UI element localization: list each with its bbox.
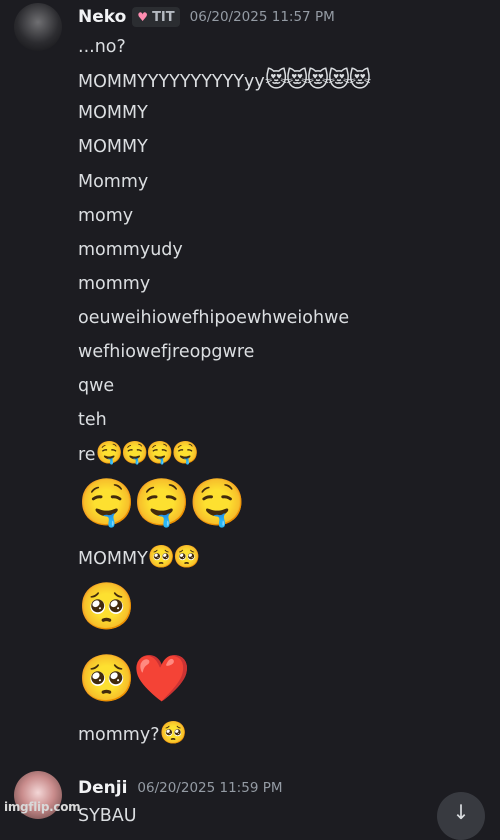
message-line: SYBAU <box>78 806 137 826</box>
arrow-down-icon: ↓ <box>452 800 470 824</box>
message-line: 🥺❤️ <box>78 650 191 706</box>
message-text: re <box>78 445 96 465</box>
timestamp-neko: 06/20/2025 11:57 PM <box>189 9 335 25</box>
message-line: qwe <box>78 376 115 396</box>
message-line: teh <box>78 410 107 430</box>
message-header-neko: Neko ♥ TIT 06/20/2025 11:57 PM <box>78 5 335 29</box>
message-line: wefhiowefjreopgwre <box>78 342 255 362</box>
drooling-face-emoji: 🤤🤤🤤🤤 <box>95 441 200 466</box>
message-line: MOMMY <box>78 137 148 157</box>
role-tag-label: TIT <box>152 9 175 25</box>
message-header-denji: Denji 06/20/2025 11:59 PM <box>78 776 283 800</box>
avatar-neko[interactable] <box>14 3 62 51</box>
message-line: oeuweihiowefhipoewhweiohwe <box>78 308 350 328</box>
message-line: 🥺 <box>78 578 135 634</box>
username-neko[interactable]: Neko <box>78 7 126 27</box>
message-line: 🤤🤤🤤 <box>78 474 246 530</box>
pleading-face-emoji: 🥺🥺 <box>147 545 201 570</box>
message-line: MOMMY🥺🥺 <box>78 545 201 571</box>
username-denji[interactable]: Denji <box>78 778 127 798</box>
jump-to-bottom-button[interactable]: ↓ <box>437 792 485 840</box>
message-line: ...no? <box>78 37 126 57</box>
message-line: mommy <box>78 274 151 294</box>
role-tag[interactable]: ♥ TIT <box>132 7 180 27</box>
pleading-heart-emoji-large: 🥺❤️ <box>78 651 191 705</box>
pleading-face-emoji-large: 🥺 <box>78 579 135 633</box>
message-line: mommy?🥺 <box>78 721 187 747</box>
message-line: Mommy <box>78 172 149 192</box>
message-line: MOMMYYYYYYYYYYyy😻😻😻😻😻 <box>78 68 372 94</box>
pleading-face-emoji: 🥺 <box>159 721 187 746</box>
message-line: re🤤🤤🤤🤤 <box>78 441 200 467</box>
heart-icon: ♥ <box>137 10 149 24</box>
heart-eyes-cat-emoji: 😻😻😻😻😻 <box>264 68 372 93</box>
message-text: mommy? <box>78 725 160 745</box>
timestamp-denji: 06/20/2025 11:59 PM <box>137 780 283 796</box>
message-line: momy <box>78 206 134 226</box>
message-text: MOMMYYYYYYYYYYyy <box>78 72 265 92</box>
message-text: MOMMY <box>78 549 148 569</box>
drooling-face-emoji-large: 🤤🤤🤤 <box>78 475 246 529</box>
message-line: MOMMY <box>78 103 148 123</box>
watermark: imgflip.com <box>4 800 81 814</box>
message-line: mommyudy <box>78 240 183 260</box>
